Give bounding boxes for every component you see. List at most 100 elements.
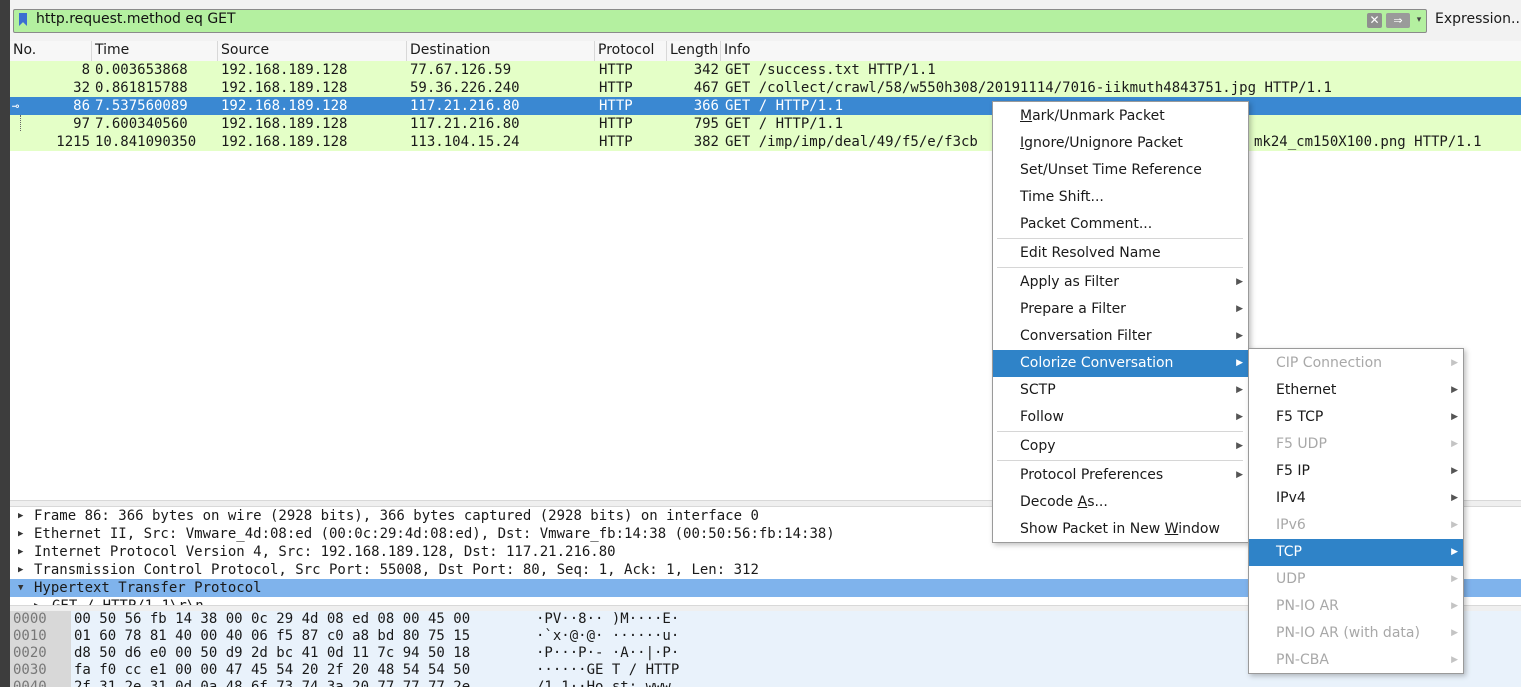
packet-row[interactable]: 32 0.861815788 192.168.189.128 59.36.226… [10, 79, 1521, 97]
bytes-hex: 2f 31 2e 31 0d 0a 48 6f 73 74 3a 20 77 7… [74, 679, 471, 687]
submenu-arrow-icon: ▶ [1451, 358, 1458, 368]
packet-source: 192.168.189.128 [221, 62, 348, 78]
packet-destination: 113.104.15.24 [410, 134, 520, 150]
submenu-arrow-icon: ▶ [1451, 628, 1458, 638]
menu-item-decode-as[interactable]: Decode As... [993, 489, 1248, 516]
expand-triangle-icon[interactable]: ▶ [18, 543, 23, 561]
packet-info: GET /imp/imp/deal/49/f5/e/f3cb [725, 134, 978, 150]
menu-item-apply-as-filter[interactable]: Apply as Filter ▶ [993, 269, 1248, 296]
column-header-no[interactable]: No. [10, 41, 92, 61]
menu-item-set-time-reference[interactable]: Set/Unset Time Reference [993, 157, 1248, 184]
menu-item-show-packet-in-new-window[interactable]: Show Packet in New Window [993, 516, 1248, 543]
menu-item-packet-comment[interactable]: Packet Comment... [993, 211, 1248, 238]
packet-protocol: HTTP [599, 80, 633, 96]
packet-row[interactable]: 8 0.003653868 192.168.189.128 77.67.126.… [10, 61, 1521, 79]
column-header-info[interactable]: Info [721, 41, 1521, 61]
menu-item-time-shift[interactable]: Time Shift... [993, 184, 1248, 211]
column-header-protocol[interactable]: Protocol [595, 41, 667, 61]
packet-info: GET /collect/crawl/58/w550h308/20191114/… [725, 80, 1332, 96]
bytes-hex: 00 50 56 fb 14 38 00 0c 29 4d 08 ed 08 0… [74, 611, 471, 627]
menu-item-ignore-unignore-packet[interactable]: Ignore/Unignore Packet [993, 130, 1248, 157]
packet-time: 7.537560089 [95, 98, 188, 114]
packet-no: 8 [81, 62, 90, 78]
detail-text: Transmission Control Protocol, Src Port:… [34, 562, 759, 578]
bytes-hex: 01 60 78 81 40 00 40 06 f5 87 c0 a8 bd 8… [74, 628, 471, 644]
packet-no: 1215 [56, 134, 90, 150]
submenu-arrow-icon: ▶ [1451, 547, 1458, 557]
submenu-arrow-icon: ▶ [1236, 470, 1243, 480]
expand-triangle-icon[interactable]: ▶ [18, 525, 23, 543]
detail-text: Internet Protocol Version 4, Src: 192.16… [34, 544, 616, 560]
mnemonic: M [1020, 108, 1033, 124]
submenu-arrow-icon: ▶ [1451, 601, 1458, 611]
window-edge [0, 0, 10, 687]
menu-item-edit-resolved-name[interactable]: Edit Resolved Name [993, 240, 1248, 267]
column-header-destination[interactable]: Destination [407, 41, 595, 61]
submenu-arrow-icon: ▶ [1451, 385, 1458, 395]
packet-length: 795 [693, 116, 719, 132]
packet-protocol: HTTP [599, 62, 633, 78]
submenu-item-f5-tcp[interactable]: F5 TCP ▶ [1249, 404, 1463, 431]
display-filter-text: http.request.method eq GET [36, 11, 236, 27]
filter-history-dropdown-icon[interactable]: ▾ [1414, 12, 1424, 28]
bytes-row[interactable]: 0040 2f 31 2e 31 0d 0a 48 6f 73 74 3a 20… [10, 679, 1521, 687]
submenu-item-pn-io-ar-with-data: PN-IO AR (with data) ▶ [1249, 620, 1463, 647]
packet-info: GET /success.txt HTTP/1.1 [725, 62, 936, 78]
menu-separator [997, 267, 1243, 268]
submenu-item-tcp[interactable]: TCP ▶ [1249, 539, 1463, 566]
submenu-item-f5-ip[interactable]: F5 IP ▶ [1249, 458, 1463, 485]
submenu-arrow-icon: ▶ [1236, 277, 1243, 287]
packet-info: GET / HTTP/1.1 [725, 116, 844, 132]
menu-item-follow[interactable]: Follow ▶ [993, 404, 1248, 431]
packet-no: 86 [73, 98, 90, 114]
menu-separator [997, 431, 1243, 432]
detail-text: Frame 86: 366 bytes on wire (2928 bits),… [34, 508, 759, 524]
collapse-triangle-icon[interactable]: ▼ [18, 579, 23, 597]
bookmark-icon[interactable] [19, 13, 27, 26]
column-header-time[interactable]: Time [92, 41, 218, 61]
packet-length: 467 [693, 80, 719, 96]
packet-row-selected[interactable]: ⊸ 86 7.537560089 192.168.189.128 117.21.… [10, 97, 1521, 115]
menu-item-mark-unmark-packet[interactable]: Mark/Unmark Packet [993, 103, 1248, 130]
packet-protocol: HTTP [599, 98, 633, 114]
bytes-ascii: ·`x·@·@· ······u· [536, 628, 680, 644]
menu-item-copy[interactable]: Copy ▶ [993, 433, 1248, 460]
packet-source: 192.168.189.128 [221, 134, 348, 150]
menu-item-conversation-filter[interactable]: Conversation Filter ▶ [993, 323, 1248, 350]
submenu-item-pn-io-ar: PN-IO AR ▶ [1249, 593, 1463, 620]
clear-filter-icon[interactable]: ✕ [1367, 13, 1382, 28]
expression-button[interactable]: Expression... [1435, 11, 1521, 27]
column-header-source[interactable]: Source [218, 41, 407, 61]
expand-triangle-icon[interactable]: ▶ [18, 561, 23, 579]
submenu-item-ethernet[interactable]: Ethernet ▶ [1249, 377, 1463, 404]
apply-filter-icon[interactable]: ⇒ [1386, 13, 1410, 28]
packet-destination: 77.67.126.59 [410, 62, 512, 78]
packet-source: 192.168.189.128 [221, 80, 348, 96]
bytes-ascii: ·P···P·- ·A··|·P· [536, 645, 680, 661]
submenu-arrow-icon: ▶ [1236, 358, 1243, 368]
menu-item-sctp[interactable]: SCTP ▶ [993, 377, 1248, 404]
packet-list-header: No. Time Source Destination Protocol Len… [10, 41, 1521, 62]
packet-no: 32 [73, 80, 90, 96]
expand-triangle-icon[interactable]: ▶ [18, 507, 23, 525]
packet-row[interactable]: 97 7.600340560 192.168.189.128 117.21.21… [10, 115, 1521, 133]
mnemonic: A [1077, 494, 1088, 510]
bytes-offset: 0030 [10, 662, 71, 679]
menu-item-colorize-conversation[interactable]: Colorize Conversation ▶ [993, 350, 1248, 377]
colorize-conversation-submenu: CIP Connection ▶ Ethernet ▶ F5 TCP ▶ F5 UDP… [1248, 348, 1464, 674]
packet-time: 10.841090350 [95, 134, 197, 150]
packet-destination: 117.21.216.80 [410, 116, 520, 132]
submenu-arrow-icon: ▶ [1451, 439, 1458, 449]
submenu-item-ipv4[interactable]: IPv4 ▶ [1249, 485, 1463, 512]
packet-protocol: HTTP [599, 116, 633, 132]
menu-item-prepare-a-filter[interactable]: Prepare a Filter ▶ [993, 296, 1248, 323]
display-filter-toolbar: http.request.method eq GET ✕ ⇒ ▾ Express… [10, 0, 1521, 42]
submenu-arrow-icon: ▶ [1451, 655, 1458, 665]
display-filter-input[interactable]: http.request.method eq GET ✕ ⇒ ▾ [13, 9, 1427, 33]
column-header-length[interactable]: Length [667, 41, 721, 61]
menu-item-protocol-preferences[interactable]: Protocol Preferences ▶ [993, 462, 1248, 489]
packet-time: 7.600340560 [95, 116, 188, 132]
packet-row[interactable]: 1215 10.841090350 192.168.189.128 113.10… [10, 133, 1521, 151]
submenu-arrow-icon: ▶ [1451, 493, 1458, 503]
bytes-ascii: /1.1··Ho st: www. [536, 679, 680, 687]
